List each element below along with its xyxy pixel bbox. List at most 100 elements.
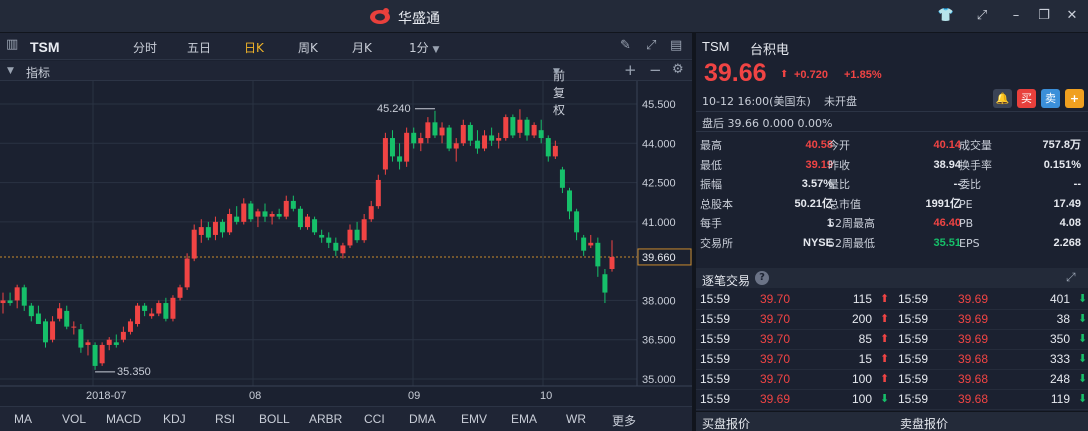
tab-intraday[interactable]: 分时 xyxy=(133,39,157,56)
tick-price: 39.69 xyxy=(760,392,791,406)
tick-price: 39.69 xyxy=(958,312,989,326)
indicator-tab[interactable]: CCI xyxy=(364,412,385,426)
candle-body xyxy=(135,305,141,324)
candle-body xyxy=(262,211,268,217)
candle-body xyxy=(602,274,608,293)
candle-body xyxy=(368,206,374,220)
y-tick-label: 39.660 xyxy=(642,252,676,264)
indicator-tab[interactable]: DMA xyxy=(409,412,436,426)
expand-icon[interactable]: ⤢ xyxy=(1066,270,1076,285)
candle-body xyxy=(64,310,70,327)
down-arrow-icon: ⬇ xyxy=(880,393,890,405)
candle-body xyxy=(567,190,573,212)
collapse-panel-icon[interactable]: ▥ xyxy=(6,37,18,52)
tick-price: 39.70 xyxy=(760,372,791,386)
candle-body xyxy=(467,124,473,141)
stat-value: 50.21亿 xyxy=(794,197,833,210)
up-arrow-icon: ⬆ xyxy=(880,333,890,345)
candle-body xyxy=(559,169,565,188)
skin-icon[interactable]: 👕 xyxy=(936,7,956,25)
chart-toolbar: ▥ TSM 分时 五日 日K 周K 月K 1分 ▼ ✎ ⤢ ▤ xyxy=(0,33,692,60)
candle-body xyxy=(460,124,466,144)
tick-volume: 200 xyxy=(851,312,872,326)
tab-minute-dropdown[interactable]: 1分 ▼ xyxy=(409,39,439,56)
tab-daily-k[interactable]: 日K xyxy=(244,39,264,56)
indicator-bar: ▼ 指标 前复权 ▼ + − ⚙ xyxy=(0,61,692,117)
indicator-tab[interactable]: KDJ xyxy=(163,412,186,426)
tab-monthly-k[interactable]: 月K xyxy=(352,39,372,56)
candle-body xyxy=(106,339,112,345)
candlestick-chart[interactable]: 45.500 44.000 42.500 41.000 39.660 38.000 36.5… xyxy=(0,81,692,406)
stat-value: 757.8万 xyxy=(1042,139,1081,151)
down-arrow-icon: ⬇ xyxy=(1078,353,1088,365)
stat-value: 3.57% xyxy=(801,178,833,190)
chevron-down-icon: ▼ xyxy=(432,45,440,55)
indicator-tab[interactable]: RSI xyxy=(215,412,235,426)
candle-body xyxy=(0,300,6,304)
price-change: +0.720 xyxy=(794,69,828,81)
candle-body xyxy=(326,237,332,243)
indicator-tab[interactable]: ARBR xyxy=(309,412,342,426)
sell-button[interactable]: 卖 xyxy=(1041,89,1060,108)
tick-time: 15:59 xyxy=(898,392,929,406)
tick-volume: 401 xyxy=(1049,292,1070,306)
indicator-tab[interactable]: 更多 xyxy=(612,412,636,429)
add-watchlist-button[interactable]: + xyxy=(1065,89,1084,108)
tab-five-day[interactable]: 五日 xyxy=(187,39,211,56)
indicator-tab[interactable]: MACD xyxy=(106,412,141,426)
stat-value: 4.08 xyxy=(1059,217,1081,229)
stat-value: 2.268 xyxy=(1053,236,1081,249)
restore-icon[interactable]: ❐ xyxy=(1034,7,1054,25)
help-icon[interactable]: ? xyxy=(755,271,769,285)
candle-body xyxy=(375,179,381,207)
indicator-tab[interactable]: BOLL xyxy=(259,412,290,426)
indicator-tab[interactable]: EMA xyxy=(511,412,537,426)
indicator-tab[interactable]: EMV xyxy=(461,412,487,426)
remove-icon[interactable]: − xyxy=(649,61,662,79)
candle-body xyxy=(163,303,169,319)
collapse-arrow-icon[interactable]: ▼ xyxy=(7,66,14,76)
y-tick-label: 44.000 xyxy=(642,138,676,150)
high-annotation: 45.240 xyxy=(377,103,411,115)
draw-pen-icon[interactable]: ✎ xyxy=(620,38,631,53)
indicator-label: 指标 xyxy=(26,66,51,80)
buy-button[interactable]: 买 xyxy=(1017,89,1036,108)
indicator-tab[interactable]: MA xyxy=(14,412,32,426)
expand-icon[interactable]: ⤢ xyxy=(646,38,656,53)
chevron-down-icon: ▼ xyxy=(553,67,560,77)
stock-code: TSM xyxy=(702,39,730,54)
candle-body xyxy=(595,242,601,267)
candle-body xyxy=(574,211,580,233)
candle-body xyxy=(446,127,452,149)
candle-body xyxy=(248,203,254,220)
stat-value: 17.49 xyxy=(1053,197,1081,210)
tick-trades-header: 逐笔交易 ? ⤢ xyxy=(696,268,1088,288)
candle-body xyxy=(496,138,502,141)
settings-gear-icon[interactable]: ⚙ xyxy=(672,62,684,77)
stat-value: 1 xyxy=(826,217,833,229)
indicator-tab[interactable]: WR xyxy=(566,412,586,426)
x-tick-label: 2018-07 xyxy=(86,390,126,402)
stat-label: 最高 xyxy=(700,139,722,152)
alert-bell-icon[interactable]: 🔔 xyxy=(993,89,1012,108)
layout-icon[interactable]: ▤ xyxy=(670,38,682,53)
stat-label: 换手率 xyxy=(959,158,992,172)
candle-body xyxy=(234,216,240,222)
tab-weekly-k[interactable]: 周K xyxy=(298,39,318,56)
close-icon[interactable]: ✕ xyxy=(1062,7,1082,25)
tick-volume: 100 xyxy=(851,392,872,406)
stock-name: 台积电 xyxy=(750,43,790,58)
candle-body xyxy=(7,300,13,304)
minimize-icon[interactable]: – xyxy=(1006,7,1026,25)
shrink-icon[interactable]: ⤢ xyxy=(972,7,992,25)
indicator-tab[interactable]: VOL xyxy=(62,412,86,426)
candle-body xyxy=(404,132,410,162)
candle-body xyxy=(205,227,211,238)
app-title: 华盛通 xyxy=(398,11,440,27)
add-icon[interactable]: + xyxy=(624,61,637,79)
tick-volume: 85 xyxy=(858,332,872,346)
tick-time: 15:59 xyxy=(898,372,929,386)
down-arrow-icon: ⬇ xyxy=(1078,393,1088,405)
stat-value: -- xyxy=(1073,178,1081,190)
candle-body xyxy=(552,145,558,157)
